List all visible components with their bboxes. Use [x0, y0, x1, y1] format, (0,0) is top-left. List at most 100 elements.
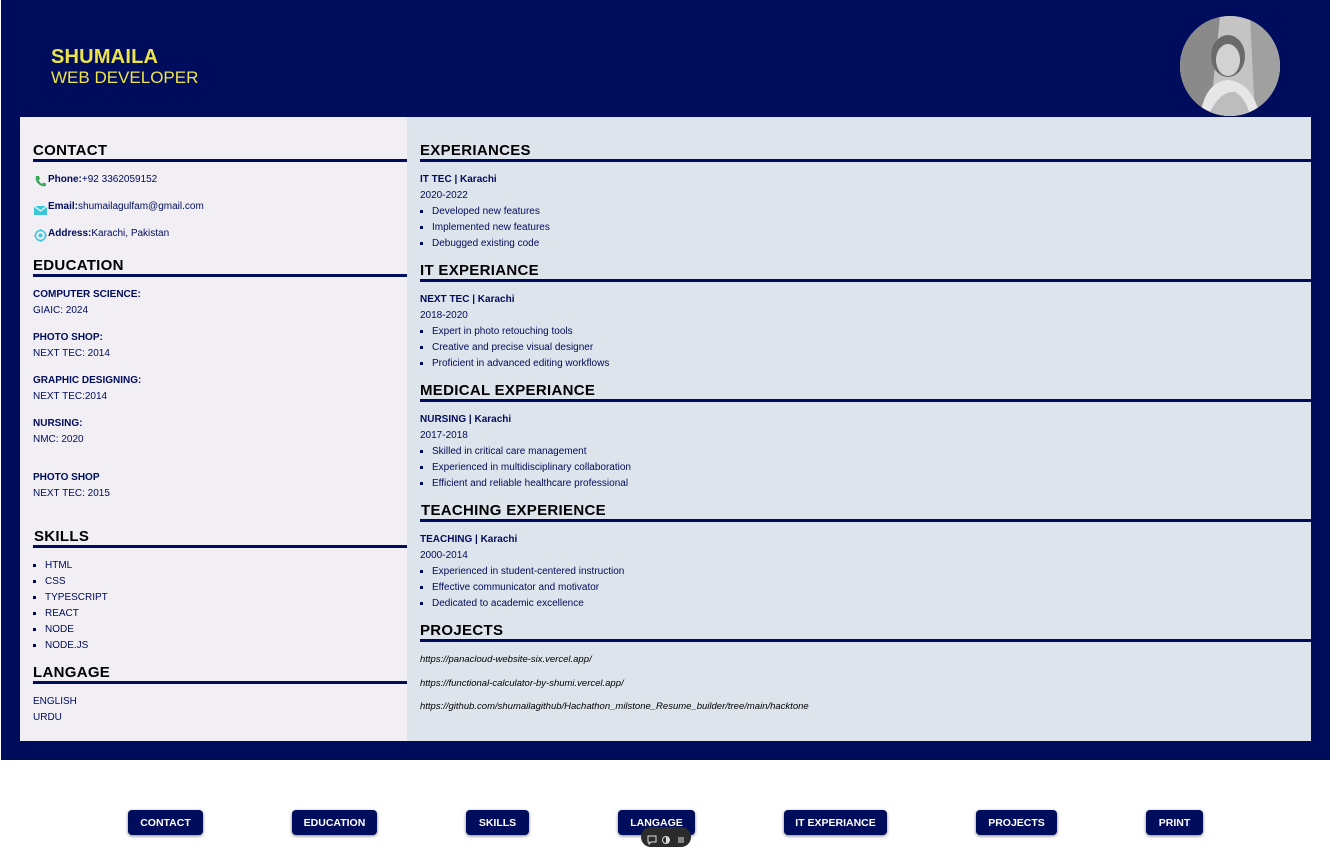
skill-item: NODE.JS: [45, 640, 89, 651]
bullet-marker: [33, 596, 36, 599]
experience-heading: MEDICAL EXPERIANCE: [420, 382, 596, 399]
contact-email: Email:shumailagulfam@gmail.com: [48, 201, 204, 212]
bullet-marker: [420, 346, 423, 349]
language-item: URDU: [33, 712, 62, 723]
email-value: shumailagulfam@gmail.com: [78, 201, 204, 212]
skill-item: CSS: [45, 576, 66, 587]
experience-point: Expert in photo retouching tools: [432, 326, 573, 337]
nav-it-experience-button[interactable]: IT EXPERIANCE: [784, 810, 887, 835]
skill-item: REACT: [45, 608, 79, 619]
email-icon: [33, 203, 48, 216]
experience-years: 2020-2022: [420, 190, 468, 201]
education-degree: PHOTO SHOP:: [33, 332, 103, 343]
experience-heading: IT EXPERIANCE: [420, 262, 539, 279]
experience-years: 2000-2014: [420, 550, 468, 561]
experience-point: Dedicated to academic excellence: [432, 598, 584, 609]
phone-value: +92 3362059152: [81, 174, 158, 185]
toggle-icon[interactable]: [661, 832, 671, 850]
section-divider: [33, 545, 408, 548]
experience-company: IT TEC | Karachi: [420, 174, 497, 185]
experience-company: NURSING | Karachi: [420, 414, 512, 425]
skill-item: TYPESCRIPT: [45, 592, 108, 603]
comment-icon[interactable]: [647, 832, 657, 850]
experience-heading: TEACHING EXPERIENCE: [421, 502, 606, 519]
bullet-marker: [420, 466, 423, 469]
project-link[interactable]: https://panacloud-website-six.vercel.app…: [420, 654, 592, 665]
left-column: CONTACT Phone:+92 3362059152 Email:shuma…: [20, 117, 408, 741]
person-role: WEB DEVELOPER: [51, 68, 199, 87]
bullet-marker: [420, 482, 423, 485]
section-divider: [420, 159, 1311, 162]
nav-education-button[interactable]: EDUCATION: [292, 810, 377, 835]
email-label: Email:: [48, 201, 79, 212]
language-heading: LANGAGE: [33, 664, 111, 681]
education-degree: PHOTO SHOP: [33, 472, 100, 483]
profile-photo: [1180, 16, 1280, 116]
education-degree: NURSING:: [33, 418, 83, 429]
experience-company: NEXT TEC | Karachi: [420, 294, 515, 305]
contact-address: Address:Karachi, Pakistan: [48, 228, 169, 239]
nav-skills-button[interactable]: SKILLS: [466, 810, 529, 835]
bullet-marker: [420, 210, 423, 213]
bullet-marker: [33, 612, 36, 615]
bullet-marker: [420, 586, 423, 589]
project-link[interactable]: https://github.com/shumailagithub/Hachat…: [420, 701, 809, 712]
experience-point: Developed new features: [432, 206, 540, 217]
experience-heading: EXPERIANCES: [420, 142, 531, 159]
experience-point: Creative and precise visual designer: [432, 342, 594, 353]
section-divider: [33, 274, 408, 277]
language-item: ENGLISH: [33, 696, 77, 707]
nav-print-button[interactable]: PRINT: [1146, 810, 1203, 835]
section-divider: [420, 639, 1311, 642]
contact-heading: CONTACT: [33, 142, 108, 159]
section-divider: [33, 681, 408, 684]
phone-label: Phone:: [48, 174, 82, 185]
bullet-marker: [420, 226, 423, 229]
right-column: EXPERIANCES IT TEC | Karachi 2020-2022 D…: [407, 117, 1311, 741]
person-name: SHUMAILA: [51, 46, 159, 68]
bullet-marker: [420, 242, 423, 245]
project-link[interactable]: https://functional-calculator-by-shumi.v…: [420, 678, 624, 689]
education-detail: NEXT TEC:2014: [33, 391, 108, 402]
bullet-marker: [33, 644, 36, 647]
education-degree: COMPUTER SCIENCE:: [33, 289, 141, 300]
resume-container: SHUMAILA WEB DEVELOPER CONTACT Phone:+92…: [1, 0, 1330, 760]
nav-projects-button[interactable]: PROJECTS: [976, 810, 1057, 835]
bullet-marker: [33, 564, 36, 567]
experience-point: Effective communicator and motivator: [432, 582, 600, 593]
skill-item: HTML: [45, 560, 73, 571]
experience-point: Debugged existing code: [432, 238, 540, 249]
experience-point: Experienced in student-centered instruct…: [432, 566, 625, 577]
section-divider: [420, 519, 1311, 522]
skill-item: NODE: [45, 624, 74, 635]
projects-heading: PROJECTS: [420, 622, 504, 639]
nav-contact-button[interactable]: CONTACT: [128, 810, 203, 835]
section-divider: [420, 399, 1311, 402]
experience-point: Implemented new features: [432, 222, 550, 233]
section-divider: [420, 279, 1311, 282]
bullet-marker: [420, 362, 423, 365]
skills-heading: SKILLS: [34, 528, 90, 545]
bullet-marker: [420, 602, 423, 605]
section-divider: [33, 159, 408, 162]
experience-years: 2017-2018: [420, 430, 468, 441]
education-detail: GIAIC: 2024: [33, 305, 89, 316]
phone-icon: [34, 175, 47, 188]
address-label: Address:: [48, 228, 92, 239]
experience-years: 2018-2020: [420, 310, 468, 321]
education-heading: EDUCATION: [33, 257, 124, 274]
experience-point: Proficient in advanced editing workflows: [432, 358, 610, 369]
bullet-marker: [420, 450, 423, 453]
education-degree: GRAPHIC DESIGNING:: [33, 375, 142, 386]
experience-point: Experienced in multidisciplinary collabo…: [432, 462, 631, 473]
bullet-marker: [420, 330, 423, 333]
menu-icon[interactable]: [676, 832, 686, 850]
location-icon: [34, 229, 47, 242]
floating-toolbar: [641, 827, 691, 847]
education-detail: NEXT TEC: 2015: [33, 488, 110, 499]
education-detail: NMC: 2020: [33, 434, 84, 445]
experience-point: Skilled in critical care management: [432, 446, 587, 457]
bullet-marker: [33, 628, 36, 631]
contact-phone: Phone:+92 3362059152: [48, 174, 157, 185]
bullet-marker: [33, 580, 36, 583]
